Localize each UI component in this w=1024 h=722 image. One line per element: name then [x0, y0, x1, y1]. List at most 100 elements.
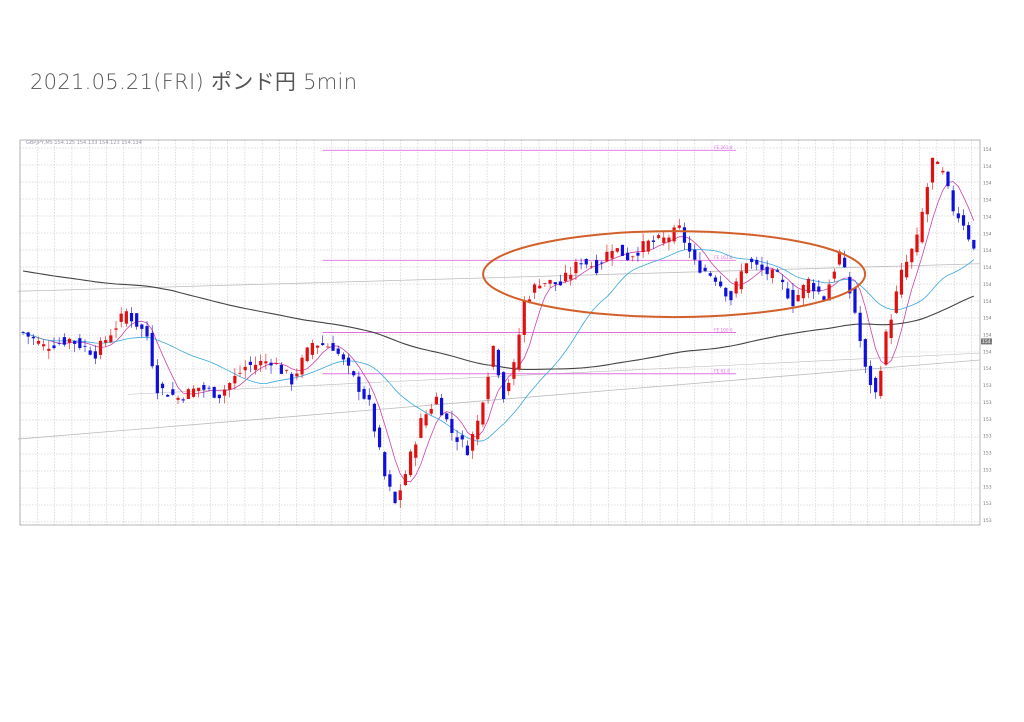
candle-bull [326, 346, 330, 348]
candle-bull [801, 285, 805, 299]
candle-bull [47, 348, 51, 351]
price-axis: 154.680 154.630 154.585 154.530 154.480 154.4… [981, 147, 1002, 524]
candle-bull [481, 402, 485, 425]
candle-bull [667, 237, 671, 243]
candle-bull [517, 334, 521, 370]
candle-bear [83, 345, 87, 347]
candle-bull [228, 383, 232, 390]
candle-bear [160, 383, 165, 389]
candle-bull [930, 157, 935, 183]
candle-bear [651, 240, 656, 242]
candle-bear [393, 491, 397, 504]
candle-bull [920, 211, 924, 243]
price-tick-label: 154.080 [983, 349, 992, 355]
price-tick-label: 154.435 [983, 231, 992, 237]
candle-bull [615, 248, 619, 252]
candle-bear [600, 262, 604, 264]
candle-bear [129, 312, 134, 322]
candle-bull [98, 340, 103, 355]
candle-bear [972, 239, 976, 249]
candle-bear [57, 342, 61, 344]
candle-bull [905, 261, 909, 278]
price-tick-label: 153.830 [983, 434, 992, 440]
candle-bull [398, 490, 402, 501]
candle-bear [951, 190, 955, 212]
candle-bull [548, 279, 552, 284]
candle-bear [626, 252, 630, 261]
price-tick-label: 154.280 [983, 282, 992, 288]
candle-bull [910, 248, 914, 263]
candle-bear [775, 270, 780, 272]
candle-bear [636, 252, 640, 256]
candle-bull [889, 319, 893, 339]
candle-bull [641, 241, 645, 253]
price-tick-label: 153.930 [983, 400, 992, 406]
candle-bear [863, 339, 867, 367]
candle-bear [31, 336, 35, 339]
candle-bull [672, 227, 676, 242]
candle-bear [579, 263, 583, 265]
price-tick-label: 154.030 [983, 366, 992, 372]
candle-bull [305, 347, 309, 362]
candle-bull [884, 331, 888, 365]
candle-bear [52, 345, 56, 349]
price-tick-label: 154.530 [983, 198, 992, 204]
price-tick-label: 153.580 [983, 518, 992, 524]
candle-bull [941, 170, 945, 173]
price-tick-label: 154.185 [983, 316, 992, 322]
candle-bear [290, 373, 294, 385]
price-tick-label: 154.130 [983, 333, 992, 339]
price-tick-label: 153.985 [983, 383, 992, 389]
candle-bull [538, 285, 542, 289]
candle-bull [574, 261, 578, 274]
candle-bull [197, 387, 201, 391]
candle-bull [315, 345, 320, 348]
candle-bull [414, 444, 418, 458]
candle-bear [150, 332, 154, 367]
candle-bear [445, 413, 449, 420]
candle-bear [362, 389, 366, 399]
candle-bear [73, 340, 77, 344]
candle-bull [186, 389, 190, 399]
candle-bear [248, 361, 252, 365]
candle-bull [470, 434, 475, 451]
candle-bear [553, 282, 557, 285]
candle-bear [26, 332, 30, 337]
candle-bear [166, 394, 170, 397]
candle-bull [507, 382, 511, 392]
candle-bear [961, 215, 966, 226]
price-tick-label: 153.730 [983, 467, 992, 473]
candle-bear [155, 365, 159, 394]
price-tick-label: 154.630 [983, 164, 992, 170]
candle-bull [589, 266, 594, 268]
candle-bear [967, 225, 971, 240]
candle-bear [817, 286, 821, 292]
candle-bull [238, 372, 242, 374]
candle-bull [253, 364, 258, 370]
candle-bear [372, 403, 376, 432]
candle-bear [729, 291, 733, 301]
candle-bear [383, 452, 387, 477]
candle-bear [78, 338, 82, 349]
ohlc-info: GBPJPY,M5 154.125 154.133 154.123 154.13… [26, 140, 142, 146]
candle-bull [806, 278, 811, 293]
candle-bull [109, 335, 113, 343]
candle-bear [853, 288, 857, 313]
candle-bear [377, 427, 382, 448]
candle-bear [212, 387, 216, 398]
candle-bull [424, 414, 428, 426]
candle-bull [114, 328, 118, 330]
candle-bull [191, 388, 196, 397]
price-tick-label: 154.330 [983, 265, 992, 271]
candle-bear [791, 289, 795, 307]
candle-bull [104, 340, 108, 343]
candle-bear [352, 371, 356, 376]
candle-bull [899, 269, 904, 295]
candle-bear [858, 312, 862, 341]
candle-bear [781, 279, 785, 283]
candle-bull [119, 313, 123, 322]
candle-bull [512, 362, 516, 379]
candle-bull [310, 342, 314, 355]
fib-level-label: FE 100.0 [714, 327, 733, 332]
candle-bear [724, 287, 728, 297]
